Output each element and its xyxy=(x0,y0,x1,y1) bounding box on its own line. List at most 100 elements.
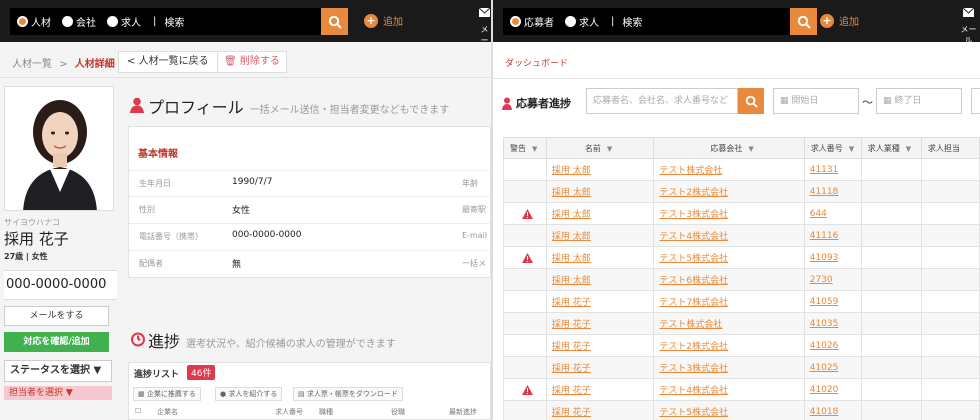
confirm-add-button[interactable]: 対応を確認/追加 xyxy=(4,332,109,352)
job-number-cell[interactable]: 41093 xyxy=(803,246,862,269)
job-number-link[interactable]: 41026 xyxy=(810,341,839,351)
col-header[interactable]: 求人番号 xyxy=(275,407,303,417)
search-input[interactable]: 検索 xyxy=(622,14,642,29)
company-link[interactable]: テスト5株式会社 xyxy=(659,408,728,418)
radio-kyujin[interactable]: 求人 xyxy=(107,14,141,29)
name-link[interactable]: 採用 太郎 xyxy=(552,166,591,176)
name-link[interactable]: 採用 太郎 xyxy=(552,254,591,264)
name-cell[interactable]: 採用 太郎 xyxy=(545,202,655,225)
job-number-cell[interactable]: 41018 xyxy=(803,400,862,420)
company-link[interactable]: テスト株式会社 xyxy=(659,320,722,330)
job-number-cell[interactable]: 41118 xyxy=(803,180,862,203)
table-row[interactable]: 採用 太郎 テスト5株式会社 41093 xyxy=(503,246,980,269)
job-number-link[interactable]: 644 xyxy=(810,209,827,219)
name-cell[interactable]: 採用 太郎 xyxy=(545,268,655,291)
name-cell[interactable]: 採用 花子 xyxy=(545,400,655,420)
col-warning[interactable]: 警告 ▼ xyxy=(503,137,547,159)
col-job-owner[interactable]: 求人担当 xyxy=(920,137,980,159)
start-date-input[interactable]: ▦ 開始日 xyxy=(773,88,859,114)
table-row[interactable]: 採用 太郎 テスト株式会社 41131 xyxy=(503,158,980,181)
job-number-link[interactable]: 41018 xyxy=(810,407,839,417)
job-number-cell[interactable]: 41020 xyxy=(803,378,862,401)
end-date-input[interactable]: ▦ 終了日 xyxy=(876,88,962,114)
download-button[interactable]: ▤ 求人票・帳票をダウンロード xyxy=(293,387,403,401)
col-header[interactable]: 最新進捗 xyxy=(449,407,477,417)
col-name[interactable]: 名前 ▼ xyxy=(545,137,655,159)
breadcrumb-parent[interactable]: 人材一覧 xyxy=(12,59,52,70)
job-number-link[interactable]: 41035 xyxy=(810,319,839,329)
name-cell[interactable]: 採用 太郎 xyxy=(545,180,655,203)
search-input[interactable]: 検索 xyxy=(164,14,184,29)
name-link[interactable]: 採用 花子 xyxy=(552,364,591,374)
company-link[interactable]: テスト4株式会社 xyxy=(659,232,728,242)
add-button[interactable]: + 追加 xyxy=(364,13,403,28)
radio-jinzai[interactable]: 人材 xyxy=(17,14,51,29)
company-link[interactable]: テスト4株式会社 xyxy=(659,386,728,396)
col-job-industry[interactable]: 求人業種 ▼ xyxy=(860,137,922,159)
job-number-link[interactable]: 41116 xyxy=(810,231,839,241)
table-row[interactable]: 採用 花子 テスト3株式会社 41025 xyxy=(503,356,980,379)
radio-kaisha[interactable]: 会社 xyxy=(62,14,96,29)
company-cell[interactable]: テスト4株式会社 xyxy=(653,224,805,247)
job-number-cell[interactable]: 41025 xyxy=(803,356,862,379)
company-link[interactable]: テスト株式会社 xyxy=(659,166,722,176)
job-number-link[interactable]: 41093 xyxy=(810,253,839,263)
company-cell[interactable]: テスト2株式会社 xyxy=(653,180,805,203)
job-number-cell[interactable]: 41131 xyxy=(803,158,862,181)
name-link[interactable]: 採用 花子 xyxy=(552,298,591,308)
job-number-link[interactable]: 41059 xyxy=(810,297,839,307)
applicant-filter-input[interactable]: 応募者名、会社名、求人番号など xyxy=(586,88,738,114)
name-cell[interactable]: 採用 太郎 xyxy=(545,246,655,269)
name-cell[interactable]: 採用 花子 xyxy=(545,334,655,357)
company-link[interactable]: テスト2株式会社 xyxy=(659,188,728,198)
col-job-number[interactable]: 求人番号 ▼ xyxy=(803,137,862,159)
col-header[interactable]: 職種 xyxy=(319,407,333,417)
job-number-cell[interactable]: 41116 xyxy=(803,224,862,247)
job-number-cell[interactable]: 2730 xyxy=(803,268,862,291)
add-button[interactable]: + 追加 xyxy=(820,13,859,28)
company-link[interactable]: テスト2株式会社 xyxy=(659,342,728,352)
job-number-link[interactable]: 41025 xyxy=(810,363,839,373)
delete-button[interactable]: 🗑 削除する xyxy=(217,51,287,73)
company-cell[interactable]: テスト5株式会社 xyxy=(653,400,805,420)
job-number-cell[interactable]: 41059 xyxy=(803,290,862,313)
name-cell[interactable]: 採用 花子 xyxy=(545,356,655,379)
name-link[interactable]: 採用 花子 xyxy=(552,386,591,396)
job-number-link[interactable]: 2730 xyxy=(810,275,833,285)
job-number-cell[interactable]: 644 xyxy=(803,202,862,225)
company-link[interactable]: テスト7株式会社 xyxy=(659,298,728,308)
name-cell[interactable]: 採用 太郎 xyxy=(545,158,655,181)
name-link[interactable]: 採用 太郎 xyxy=(552,210,591,220)
back-to-list-button[interactable]: < 人材一覧に戻る xyxy=(118,51,218,73)
table-row[interactable]: 採用 太郎 テスト6株式会社 2730 xyxy=(503,268,980,291)
table-row[interactable]: 採用 太郎 テスト3株式会社 644 xyxy=(503,202,980,225)
table-row[interactable]: 採用 花子 テスト5株式会社 41018 xyxy=(503,400,980,420)
job-number-link[interactable]: 41131 xyxy=(810,165,839,175)
owner-select[interactable]: 担当者を選択 ▼ xyxy=(4,386,112,400)
select-all-checkbox[interactable]: ☐ xyxy=(135,407,141,415)
company-cell[interactable]: テスト3株式会社 xyxy=(653,202,805,225)
name-cell[interactable]: 採用 花子 xyxy=(545,312,655,335)
job-number-cell[interactable]: 41035 xyxy=(803,312,862,335)
company-link[interactable]: テスト3株式会社 xyxy=(659,364,728,374)
company-link[interactable]: テスト6株式会社 xyxy=(659,276,728,286)
mail-button[interactable]: メール xyxy=(957,7,980,46)
name-link[interactable]: 採用 太郎 xyxy=(552,232,591,242)
table-row[interactable]: 採用 太郎 テスト2株式会社 41118 xyxy=(503,180,980,203)
status-select[interactable]: ステータスを選択 ▼ xyxy=(4,360,112,382)
name-link[interactable]: 採用 花子 xyxy=(552,408,591,418)
introduce-job-button[interactable]: ● 求人を紹介する xyxy=(215,387,283,401)
radio-applicant[interactable]: 応募者 xyxy=(510,14,554,29)
company-cell[interactable]: テスト3株式会社 xyxy=(653,356,805,379)
company-cell[interactable]: テスト株式会社 xyxy=(653,158,805,181)
table-row[interactable]: 採用 花子 テスト7株式会社 41059 xyxy=(503,290,980,313)
company-cell[interactable]: テスト2株式会社 xyxy=(653,334,805,357)
company-cell[interactable]: テスト5株式会社 xyxy=(653,246,805,269)
filter-search-button[interactable] xyxy=(738,88,764,114)
col-header[interactable]: 役職 xyxy=(391,407,405,417)
radio-kyujin[interactable]: 求人 xyxy=(565,14,599,29)
dashboard-link[interactable]: ダッシュボード xyxy=(505,56,568,69)
name-cell[interactable]: 採用 太郎 xyxy=(545,224,655,247)
company-cell[interactable]: テスト6株式会社 xyxy=(653,268,805,291)
job-number-link[interactable]: 41020 xyxy=(810,385,839,395)
